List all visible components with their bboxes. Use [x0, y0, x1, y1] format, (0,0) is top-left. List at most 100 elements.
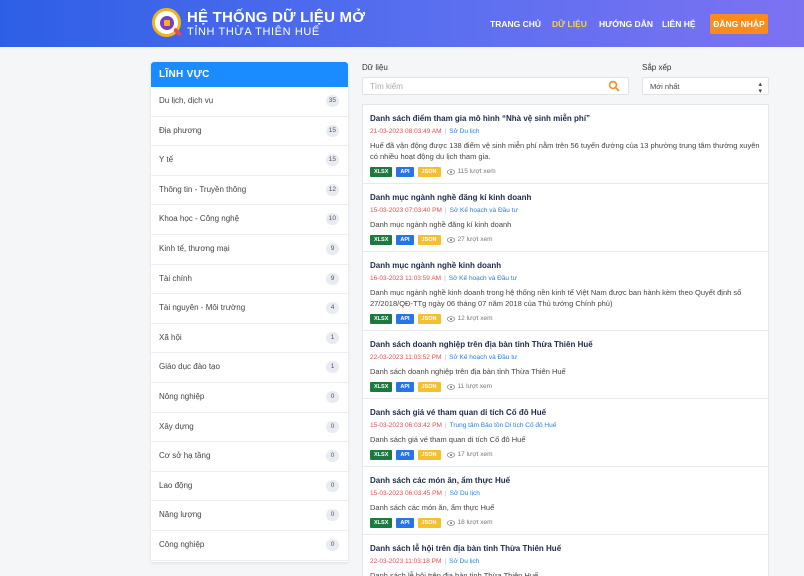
dataset-card[interactable]: Danh sách giá vé tham quan di tích Cố đô…: [363, 399, 768, 467]
dataset-description: Danh mục ngành nghề kinh doanh trong hệ …: [370, 288, 742, 308]
dataset-card[interactable]: Danh mục ngành nghề kinh doanh 16-03-2023…: [363, 252, 768, 331]
dataset-card[interactable]: Danh sách lễ hội trên địa bàn tỉnh Thừa …: [363, 535, 768, 576]
dataset-title[interactable]: Danh mục ngành nghề kinh doanh: [370, 260, 761, 271]
category-item[interactable]: Địa phương 15: [151, 117, 348, 147]
format-tags: XLSX API JSON 12 lượt xem: [370, 313, 761, 324]
search-box[interactable]: [362, 77, 629, 95]
meta-separator: |: [444, 558, 447, 565]
nav-data[interactable]: DỮ LIỆU: [552, 19, 587, 29]
eye-icon: [446, 315, 455, 322]
dataset-meta: 22-03-2023 11:03:18 PM | Sở Du lịch: [370, 557, 761, 567]
xlsx-tag[interactable]: XLSX: [370, 449, 393, 460]
view-count-text: 18 lượt xem: [457, 519, 493, 526]
dataset-description: Danh sách doanh nghiệp trên địa bàn tỉnh…: [370, 367, 566, 376]
category-item[interactable]: Tài chính 9: [151, 265, 348, 295]
category-item[interactable]: Xã hội 1: [151, 324, 348, 354]
dataset-organization-link[interactable]: Sở Du lịch: [449, 558, 479, 565]
category-item[interactable]: Nông nghiệp 0: [151, 383, 348, 413]
api-tag[interactable]: API: [396, 234, 414, 245]
xlsx-tag[interactable]: XLSX: [370, 517, 393, 528]
category-count-badge: 1: [326, 331, 339, 344]
site-subtitle: TỈNH THỪA THIÊN HUẾ: [187, 26, 320, 38]
format-tags: XLSX API JSON 17 lượt xem: [370, 449, 761, 460]
category-label: Xây dựng: [159, 421, 194, 431]
dataset-meta: 15-03-2023 06:03:45 PM | Sở Du lịch: [370, 489, 761, 499]
xlsx-tag[interactable]: XLSX: [370, 381, 393, 392]
xlsx-tag[interactable]: XLSX: [370, 313, 393, 324]
nav-guide[interactable]: HƯỚNG DẪN: [599, 19, 653, 29]
sort-label: Sắp xếp: [642, 63, 672, 72]
category-item[interactable]: Y tế 15: [151, 146, 348, 176]
dataset-organization-link[interactable]: Sở Du lịch: [450, 490, 480, 497]
view-count-text: 11 lượt xem: [457, 383, 493, 390]
category-label: Khoa học - Công nghệ: [159, 214, 240, 224]
site-logo-icon[interactable]: [152, 8, 183, 37]
dataset-title[interactable]: Danh sách giá vé tham quan di tích Cố đô…: [370, 407, 761, 418]
format-tags: XLSX API JSON 115 lượt xem: [370, 166, 761, 177]
category-count-badge: 0: [326, 420, 339, 433]
dataset-organization-link[interactable]: Sở Du lịch: [449, 128, 479, 135]
view-count-text: 17 lượt xem: [457, 451, 493, 458]
dataset-date: 15-03-2023 07:03:40 PM: [370, 207, 442, 214]
top-header: HỆ THỐNG DỮ LIỆU MỞ TỈNH THỪA THIÊN HUẾ …: [0, 0, 804, 47]
category-label: Tài chính: [159, 273, 192, 283]
category-item[interactable]: Giáo dục đào tạo 1: [151, 353, 348, 383]
category-label: Thông tin - Truyền thông: [159, 184, 247, 194]
dataset-organization-link[interactable]: Trung tâm Bảo tồn Di tích Cố đô Huế: [450, 422, 557, 429]
dataset-organization-link[interactable]: Sở Kế hoạch và Đầu tư: [449, 275, 517, 282]
category-count-badge: 10: [325, 213, 339, 226]
dataset-title[interactable]: Danh sách điểm tham gia mô hình “Nhà vệ …: [370, 113, 761, 124]
dataset-card[interactable]: Danh sách các món ăn, ẩm thực Huế 15-03-2…: [363, 467, 768, 535]
json-tag[interactable]: JSON: [417, 234, 441, 245]
dataset-date: 21-03-2023 08:03:49 AM: [370, 128, 442, 135]
category-item[interactable]: Cơ sở hạ tầng 0: [151, 442, 348, 472]
api-tag[interactable]: API: [396, 517, 414, 528]
dataset-title[interactable]: Danh sách lễ hội trên địa bàn tỉnh Thừa …: [370, 543, 761, 554]
category-item[interactable]: Thông tin - Truyền thông 12: [151, 176, 348, 206]
category-count-badge: 12: [325, 183, 339, 196]
category-item[interactable]: Xây dựng 0: [151, 413, 348, 443]
login-button[interactable]: ĐĂNG NHẬP: [710, 14, 768, 34]
nav-home[interactable]: TRANG CHỦ: [490, 19, 541, 29]
search-input[interactable]: [363, 78, 603, 94]
site-title[interactable]: HỆ THỐNG DỮ LIỆU MỞ: [187, 9, 365, 26]
dataset-description: Huế đã vận động được 138 điểm vệ sinh mi…: [370, 141, 760, 161]
dataset-card[interactable]: Danh mục ngành nghề đăng kí kinh doanh 15…: [363, 184, 768, 252]
category-item[interactable]: Công nghiệp 0: [151, 531, 348, 561]
dataset-title[interactable]: Danh mục ngành nghề đăng kí kinh doanh: [370, 192, 761, 203]
dataset-description: Danh mục ngành nghề đăng kí kinh doanh: [370, 220, 512, 229]
json-tag[interactable]: JSON: [417, 449, 441, 460]
dataset-card[interactable]: Danh sách doanh nghiệp trên địa bàn tỉnh…: [363, 331, 768, 399]
sort-select[interactable]: Mới nhất ▴ ▾: [642, 77, 769, 95]
api-tag[interactable]: API: [396, 313, 414, 324]
format-tags: XLSX API JSON 11 lượt xem: [370, 381, 761, 392]
category-item[interactable]: Khoa học - Công nghệ 10: [151, 205, 348, 235]
dataset-list: Danh sách điểm tham gia mô hình “Nhà vệ …: [362, 104, 769, 576]
json-tag[interactable]: JSON: [417, 166, 441, 177]
xlsx-tag[interactable]: XLSX: [370, 166, 393, 177]
json-tag[interactable]: JSON: [417, 313, 441, 324]
category-item[interactable]: Du lịch, dịch vụ 35: [151, 87, 348, 117]
json-tag[interactable]: JSON: [417, 517, 441, 528]
dataset-organization-link[interactable]: Sở Kế hoạch và Đầu tư: [450, 207, 518, 214]
view-count: 17 lượt xem: [446, 451, 493, 458]
json-tag[interactable]: JSON: [417, 381, 441, 392]
meta-separator: |: [444, 275, 446, 282]
search-icon[interactable]: [608, 80, 620, 92]
view-count: 115 lượt xem: [446, 168, 496, 175]
api-tag[interactable]: API: [396, 449, 414, 460]
view-count: 11 lượt xem: [446, 383, 493, 390]
api-tag[interactable]: API: [396, 166, 414, 177]
dataset-title[interactable]: Danh sách doanh nghiệp trên địa bàn tỉnh…: [370, 339, 761, 350]
nav-contact[interactable]: LIÊN HỆ: [662, 19, 696, 29]
category-item[interactable]: Kinh tế, thương mại 9: [151, 235, 348, 265]
dataset-organization-link[interactable]: Sở Kế hoạch và Đầu tư: [449, 354, 517, 361]
category-label: Công nghiệp: [159, 539, 205, 549]
api-tag[interactable]: API: [396, 381, 414, 392]
dataset-card[interactable]: Danh sách điểm tham gia mô hình “Nhà vệ …: [363, 105, 768, 184]
dataset-title[interactable]: Danh sách các món ăn, ẩm thực Huế: [370, 475, 761, 486]
category-item[interactable]: Lao động 0: [151, 472, 348, 502]
xlsx-tag[interactable]: XLSX: [370, 234, 393, 245]
category-item[interactable]: Tài nguyên - Môi trường 4: [151, 294, 348, 324]
category-item[interactable]: Năng lượng 0: [151, 501, 348, 531]
